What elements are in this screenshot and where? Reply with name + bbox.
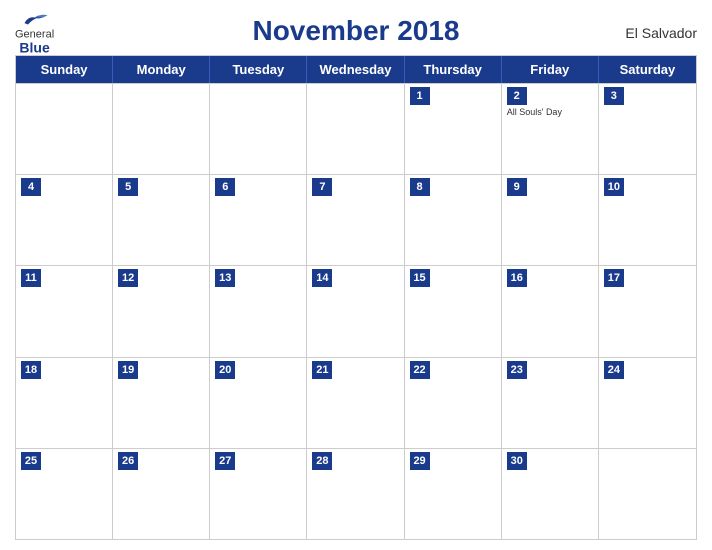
day-cell [599, 449, 696, 539]
day-number: 1 [410, 87, 430, 105]
weeks-container: 12All Souls' Day345678910111213141516171… [16, 83, 696, 539]
calendar-header: General Blue November 2018 El Salvador [15, 10, 697, 55]
day-cell: 4 [16, 175, 113, 265]
holiday-label: All Souls' Day [507, 107, 593, 117]
day-number: 14 [312, 269, 332, 287]
header-wednesday: Wednesday [307, 56, 404, 83]
day-cell: 24 [599, 358, 696, 448]
week-row-2: 4 5 6 7 8 9 10 [16, 174, 696, 265]
day-cell: 6 [210, 175, 307, 265]
header-saturday: Saturday [599, 56, 696, 83]
day-cell: 10 [599, 175, 696, 265]
header-thursday: Thursday [405, 56, 502, 83]
day-number: 24 [604, 361, 624, 379]
day-cell: 22 [405, 358, 502, 448]
day-number: 23 [507, 361, 527, 379]
day-number: 9 [507, 178, 527, 196]
day-number: 17 [604, 269, 624, 287]
logo-blue-text: Blue [19, 40, 49, 55]
day-cell: 27 [210, 449, 307, 539]
header-sunday: Sunday [16, 56, 113, 83]
day-cell: 28 [307, 449, 404, 539]
day-cell: 25 [16, 449, 113, 539]
week-row-1: 1 2 All Souls' Day 3 [16, 83, 696, 174]
day-cell: 11 [16, 266, 113, 356]
day-cell: 12 [113, 266, 210, 356]
day-number: 10 [604, 178, 624, 196]
day-number: 19 [118, 361, 138, 379]
day-number: 6 [215, 178, 235, 196]
day-number: 3 [604, 87, 624, 105]
week-row-3: 11 12 13 14 15 16 17 [16, 265, 696, 356]
day-number: 26 [118, 452, 138, 470]
day-cell: 1 [405, 84, 502, 174]
day-cell [307, 84, 404, 174]
day-cell: 29 [405, 449, 502, 539]
day-cell: 13 [210, 266, 307, 356]
day-number: 13 [215, 269, 235, 287]
week-row-5: 25 26 27 28 29 30 [16, 448, 696, 539]
header-friday: Friday [502, 56, 599, 83]
day-cell: 14 [307, 266, 404, 356]
day-cell: 9 [502, 175, 599, 265]
day-number: 4 [21, 178, 41, 196]
day-number: 22 [410, 361, 430, 379]
day-number: 29 [410, 452, 430, 470]
logo-bird-icon [21, 10, 49, 28]
week-row-4: 18 19 20 21 22 23 24 [16, 357, 696, 448]
day-number: 12 [118, 269, 138, 287]
day-number: 21 [312, 361, 332, 379]
country-label: El Salvador [625, 25, 697, 41]
day-cell [16, 84, 113, 174]
day-number: 8 [410, 178, 430, 196]
day-cell: 20 [210, 358, 307, 448]
day-cell: 8 [405, 175, 502, 265]
day-number: 5 [118, 178, 138, 196]
day-number: 27 [215, 452, 235, 470]
day-cell: 18 [16, 358, 113, 448]
header-monday: Monday [113, 56, 210, 83]
day-number: 18 [21, 361, 41, 379]
day-cell: 21 [307, 358, 404, 448]
day-cell: 3 [599, 84, 696, 174]
day-headers-row: Sunday Monday Tuesday Wednesday Thursday… [16, 56, 696, 83]
generalblue-logo: General Blue [15, 10, 54, 55]
day-number: 2 [507, 87, 527, 105]
day-cell: 5 [113, 175, 210, 265]
day-number: 20 [215, 361, 235, 379]
calendar-grid: Sunday Monday Tuesday Wednesday Thursday… [15, 55, 697, 540]
day-cell [113, 84, 210, 174]
day-number: 25 [21, 452, 41, 470]
day-cell: 19 [113, 358, 210, 448]
day-cell: 16 [502, 266, 599, 356]
day-cell: 2 All Souls' Day [502, 84, 599, 174]
day-cell [210, 84, 307, 174]
header-tuesday: Tuesday [210, 56, 307, 83]
day-number: 11 [21, 269, 41, 287]
day-number: 15 [410, 269, 430, 287]
day-cell: 15 [405, 266, 502, 356]
day-cell: 30 [502, 449, 599, 539]
calendar-title: November 2018 [252, 15, 459, 47]
day-number: 16 [507, 269, 527, 287]
day-cell: 7 [307, 175, 404, 265]
day-cell: 17 [599, 266, 696, 356]
day-number: 28 [312, 452, 332, 470]
calendar-container: General Blue November 2018 El Salvador S… [0, 0, 712, 550]
day-cell: 26 [113, 449, 210, 539]
day-number: 7 [312, 178, 332, 196]
day-number: 30 [507, 452, 527, 470]
day-cell: 23 [502, 358, 599, 448]
